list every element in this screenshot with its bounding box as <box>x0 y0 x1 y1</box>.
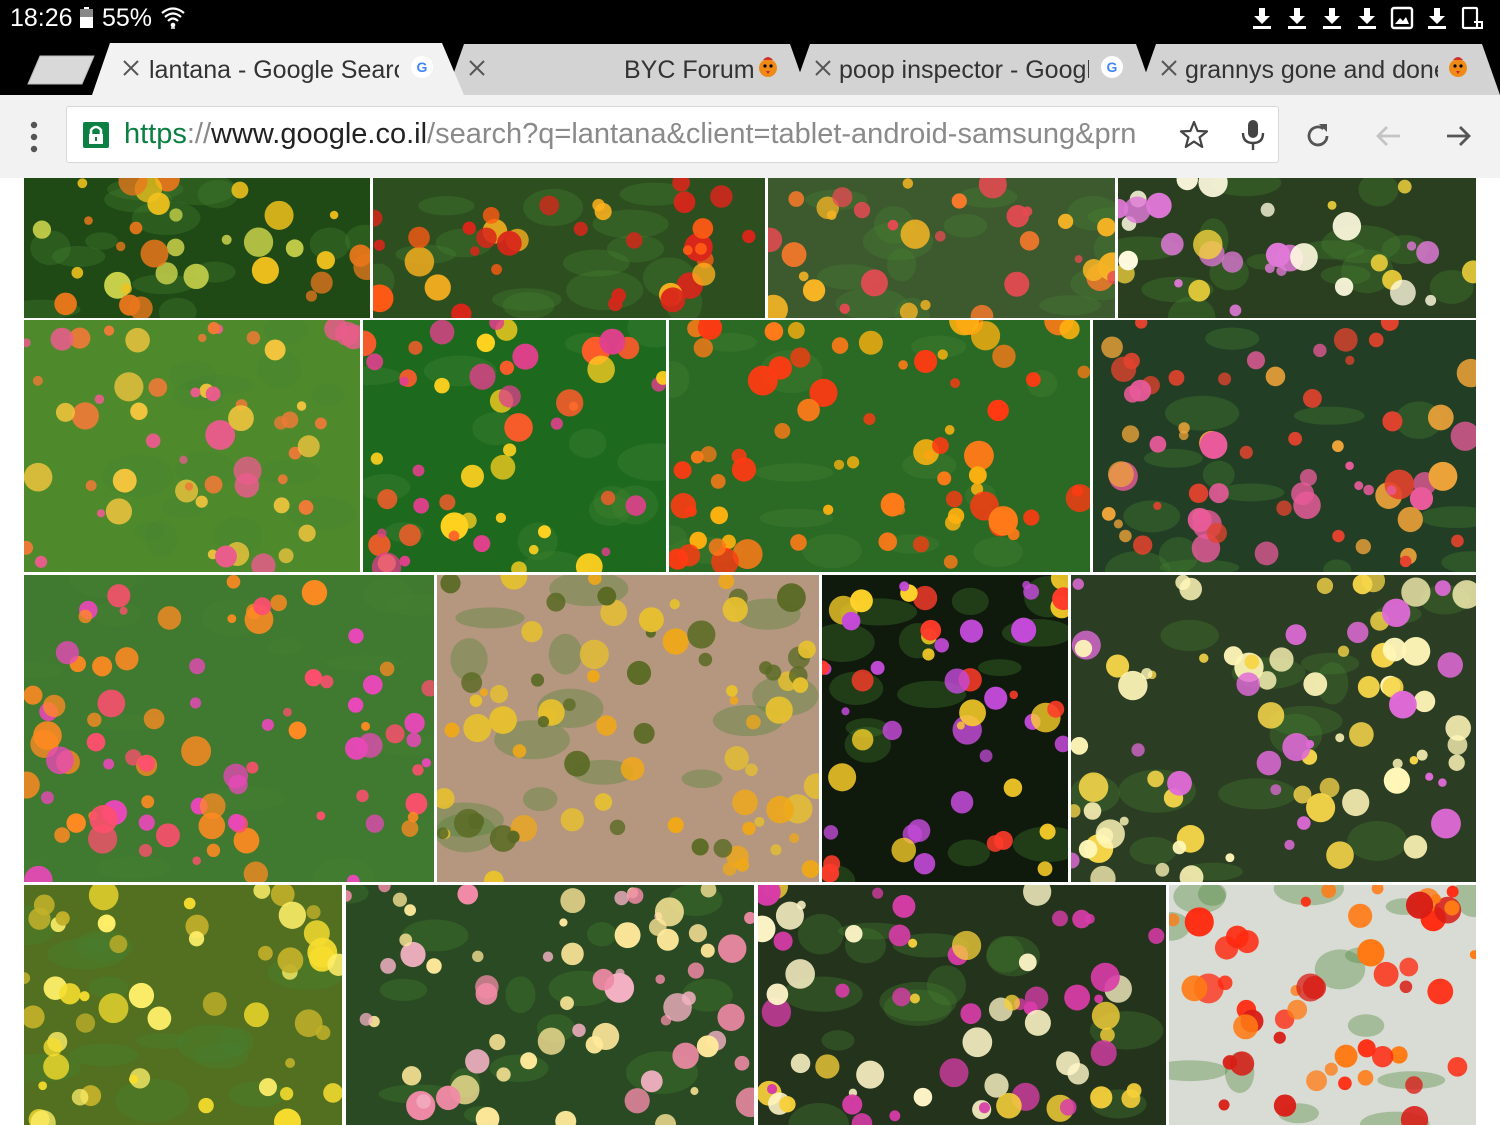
tab-lantana[interactable]: lantana - Google Searc G <box>92 43 464 95</box>
browser-toolbar: https://www.google.co.il/search?q=lantan… <box>0 95 1500 178</box>
flower-photo <box>758 885 1166 1125</box>
wifi-icon <box>161 7 185 29</box>
status-bar: 18:26 55% <box>0 0 1500 38</box>
image-result-lantana-orange-red-bed[interactable] <box>373 178 765 318</box>
google-icon: G <box>1101 56 1123 78</box>
flower-photo <box>669 320 1090 572</box>
menu-icon[interactable] <box>24 119 44 155</box>
svg-text:G: G <box>417 59 428 75</box>
image-results-grid <box>0 178 1500 1125</box>
new-tab-button[interactable] <box>26 55 96 85</box>
tab-close-icon[interactable] <box>812 57 834 79</box>
chicken-icon <box>759 57 777 77</box>
image-result-lantana-pink-white-dome[interactable] <box>758 885 1166 1125</box>
forward-arrow-icon[interactable] <box>1443 120 1475 152</box>
tab-close-icon[interactable] <box>466 57 488 79</box>
image-result-lantana-orange-bush[interactable] <box>768 178 1115 318</box>
battery-icon <box>80 7 93 28</box>
tab-title: poop inspector - Googl <box>839 56 1089 84</box>
url-host: www.google.co.il <box>211 118 428 150</box>
image-result-lantana-yellow-orange-closeup[interactable] <box>24 178 370 318</box>
chicken-icon <box>1449 57 1467 77</box>
flower-photo <box>437 575 819 882</box>
url-text: https://www.google.co.il/search?q=lantan… <box>124 118 1169 151</box>
flower-photo <box>24 320 360 572</box>
image-result-lantana-yellow-red-green[interactable] <box>363 320 666 572</box>
reload-icon[interactable] <box>1302 120 1334 152</box>
flower-photo <box>1071 575 1476 882</box>
tab-close-icon[interactable] <box>120 57 142 79</box>
image-result-lantana-ground-cover[interactable] <box>1093 320 1476 572</box>
battery-percent: 55% <box>102 4 153 32</box>
image-result-lantana-pink-pastel[interactable] <box>346 885 754 1125</box>
url-separator: :// <box>186 118 212 150</box>
tab-title: grannys gone and done <box>1185 56 1438 84</box>
svg-text:G: G <box>1107 59 1118 75</box>
lock-icon[interactable] <box>81 120 111 150</box>
image-result-lantana-orange-red-mass[interactable] <box>669 320 1090 572</box>
image-result-lantana-gravel-shrub[interactable] <box>437 575 819 882</box>
flower-photo <box>768 178 1115 318</box>
flower-photo <box>24 575 434 882</box>
image-result-lantana-yellow-field[interactable] <box>24 885 342 1125</box>
flower-photo <box>1169 885 1476 1125</box>
tab-title: lantana - Google Searc <box>149 56 399 84</box>
flower-photo <box>363 320 666 572</box>
download-icon <box>1253 8 1271 29</box>
tab-close-icon[interactable] <box>1158 57 1180 79</box>
image-result-lantana-pink-white[interactable] <box>1118 178 1476 318</box>
tab-grannys[interactable]: grannys gone and done <box>1138 43 1500 95</box>
flower-photo <box>1118 178 1476 318</box>
download-icon <box>1428 8 1446 29</box>
google-icon: G <box>411 56 433 78</box>
bookmark-star-icon[interactable] <box>1179 120 1209 150</box>
flower-photo <box>373 178 765 318</box>
screen-icon <box>1461 6 1483 30</box>
download-icon <box>1358 8 1376 29</box>
image-result-lantana-red-orange-closeup[interactable] <box>1169 885 1476 1125</box>
image-icon <box>1390 6 1414 30</box>
flower-photo <box>822 575 1068 882</box>
tab-strip: grannys gone and done poop inspector - G… <box>0 38 1500 95</box>
image-result-lantana-pink-yellow-field[interactable] <box>24 320 360 572</box>
tab-title: BYC Forum <box>624 56 754 84</box>
image-result-lantana-multicolor-bed[interactable] <box>24 575 434 882</box>
url-scheme: https <box>124 118 187 150</box>
download-icon <box>1323 8 1341 29</box>
flower-photo <box>24 885 342 1125</box>
microphone-icon[interactable] <box>1239 119 1267 151</box>
flower-photo <box>1093 320 1476 572</box>
flower-photo <box>24 178 370 318</box>
download-icon <box>1288 8 1306 29</box>
image-result-lantana-pink-yellow-closeup[interactable] <box>1071 575 1476 882</box>
notification-icons <box>1250 6 1484 30</box>
address-bar[interactable]: https://www.google.co.il/search?q=lantan… <box>66 106 1279 163</box>
url-path: /search?q=lantana&client=tablet-android-… <box>427 118 1137 150</box>
status-time: 18:26 <box>10 4 73 32</box>
flower-photo <box>346 885 754 1125</box>
back-arrow-icon[interactable] <box>1372 120 1404 152</box>
image-result-lantana-varieties-collage[interactable] <box>822 575 1068 882</box>
tab-poop-inspector[interactable]: poop inspector - Googl G <box>792 43 1154 95</box>
tab-byc-forum[interactable]: BYC Forum <box>446 43 808 95</box>
